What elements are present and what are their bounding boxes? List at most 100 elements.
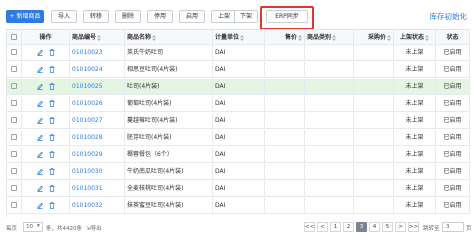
row-checkbox[interactable]	[7, 79, 22, 94]
page-4-button[interactable]: 4	[369, 222, 380, 232]
product-code-link[interactable]: 01010026	[70, 96, 125, 111]
sort-icon[interactable]	[298, 34, 302, 41]
last-page-button[interactable]: >>	[408, 222, 419, 232]
sort-icon[interactable]	[240, 34, 245, 41]
product-code-link[interactable]: 01010028	[70, 130, 125, 145]
product-code-link[interactable]: 01010031	[70, 181, 125, 196]
table-row[interactable]: 01010025 吐司(4片装) DAI 未上架 已启用	[7, 79, 470, 95]
product-code-link[interactable]: 01010027	[70, 113, 125, 128]
delete-icon[interactable]	[49, 49, 55, 56]
table-row[interactable]: 01010030 牛奶南瓜吐司(4片装) DAI 未上架 已启用	[7, 164, 470, 180]
table-row[interactable]: 01010023 英氏牛奶吐司 DAI 未上架 已启用	[7, 45, 470, 61]
product-code-link[interactable]: 01010025	[70, 79, 125, 94]
edit-icon[interactable]	[37, 66, 43, 73]
page-1-button[interactable]: 1	[330, 222, 341, 232]
edit-icon[interactable]	[37, 185, 43, 192]
table-row[interactable]: 01010026 葡萄吐司(4片装) DAI 未上架 已启用	[7, 96, 470, 112]
header-shelf-state[interactable]: 上架状态	[394, 30, 436, 44]
take-off-shelf-button[interactable]: 下架	[234, 10, 258, 23]
row-checkbox[interactable]	[7, 113, 22, 128]
transfer-button[interactable]: 转移	[83, 10, 109, 23]
edit-icon[interactable]	[37, 134, 43, 141]
header-purchase-price[interactable]: 采购价	[354, 30, 394, 44]
export-link[interactable]: ⇲导出	[86, 224, 102, 232]
delete-icon[interactable]	[49, 117, 55, 124]
shelf-state: 未上架	[394, 181, 436, 196]
row-checkbox[interactable]	[7, 164, 22, 179]
header-category-label: 商品类别	[307, 34, 332, 41]
edit-icon[interactable]	[37, 83, 43, 90]
delete-icon[interactable]	[49, 83, 55, 90]
edit-icon[interactable]	[37, 49, 43, 56]
erp-sync-button[interactable]: ERP同步	[266, 10, 308, 23]
table-row[interactable]: 01010031 全麦核桃吐司(4片装) DAI 未上架 已启用	[7, 181, 470, 197]
toolbar: + 新增商品 导入 转移 删除 停用 启用 上架 下架 ERP同步 库存初始化	[6, 6, 469, 30]
row-checkbox[interactable]	[7, 96, 22, 111]
jump-page-input[interactable]: 3	[442, 222, 464, 232]
edit-icon[interactable]	[37, 202, 43, 209]
disable-button[interactable]: 停用	[147, 10, 173, 23]
product-status: 已启用	[436, 181, 470, 196]
per-page-label: 每页	[6, 226, 18, 232]
delete-icon[interactable]	[49, 134, 55, 141]
edit-icon[interactable]	[37, 151, 43, 158]
page-size-select[interactable]: 10 ▾	[23, 222, 43, 232]
sort-icon[interactable]	[387, 34, 391, 41]
page-5-button[interactable]: 5	[382, 222, 393, 232]
import-button[interactable]: 导入	[51, 10, 77, 23]
product-price	[265, 198, 305, 213]
add-product-button[interactable]: + 新增商品	[6, 10, 44, 23]
row-checkbox[interactable]	[7, 198, 22, 213]
enable-button[interactable]: 启用	[179, 10, 205, 23]
product-name: 胚芽吐司(4片装)	[125, 130, 213, 145]
sort-icon[interactable]	[152, 34, 157, 41]
product-status: 已启用	[436, 113, 470, 128]
page-3-button[interactable]: 3	[356, 222, 367, 232]
sort-icon[interactable]	[425, 34, 429, 41]
product-code-link[interactable]: 01010032	[70, 198, 125, 213]
header-price[interactable]: 售价	[265, 30, 305, 44]
product-code-link[interactable]: 01010030	[70, 164, 125, 179]
table-row[interactable]: 01010028 胚芽吐司(4片装) DAI 未上架 已启用	[7, 130, 470, 146]
product-category	[305, 45, 354, 60]
product-purchase-price	[354, 198, 394, 213]
edit-icon[interactable]	[37, 100, 43, 107]
row-checkbox[interactable]	[7, 130, 22, 145]
first-page-button[interactable]: <<	[304, 222, 315, 232]
select-all-checkbox[interactable]	[7, 30, 22, 44]
sort-icon[interactable]	[97, 34, 102, 41]
page-2-button[interactable]: 2	[343, 222, 354, 232]
product-name: 葡萄吐司(4片装)	[125, 96, 213, 111]
next-page-button[interactable]: >	[395, 222, 406, 232]
header-unit[interactable]: 计量单位	[213, 30, 265, 44]
header-code[interactable]: 商品编号	[70, 30, 125, 44]
product-code-link[interactable]: 01010024	[70, 62, 125, 77]
delete-button[interactable]: 删除	[115, 10, 141, 23]
shelf-state: 未上架	[394, 130, 436, 145]
header-name[interactable]: 商品名称	[125, 30, 213, 44]
sort-icon[interactable]	[332, 34, 337, 41]
prev-page-button[interactable]: <	[317, 222, 328, 232]
delete-icon[interactable]	[49, 100, 55, 107]
row-checkbox[interactable]	[7, 147, 22, 162]
inventory-init-link[interactable]: 库存初始化	[430, 11, 468, 22]
row-checkbox[interactable]	[7, 181, 22, 196]
table-row[interactable]: 01010029 椰蓉餐包（6个） DAI 未上架 已启用	[7, 147, 470, 163]
table-row[interactable]: 01010024 相思豆吐司(4片装) DAI 未上架 已启用	[7, 62, 470, 78]
delete-icon[interactable]	[49, 185, 55, 192]
edit-icon[interactable]	[37, 168, 43, 175]
row-checkbox[interactable]	[7, 45, 22, 60]
table-header: 操作 商品编号 商品名称 计量单位 售价 商品类别 采购价 上架状态 状态	[7, 30, 470, 45]
header-category[interactable]: 商品类别	[305, 30, 354, 44]
delete-icon[interactable]	[49, 66, 55, 73]
delete-icon[interactable]	[49, 168, 55, 175]
product-code-link[interactable]: 01010029	[70, 147, 125, 162]
table-row[interactable]: 01010032 抹茶蜜豆吐司(4片装) DAI 未上架 已启用	[7, 198, 470, 214]
row-checkbox[interactable]	[7, 62, 22, 77]
product-status: 已启用	[436, 79, 470, 94]
product-code-link[interactable]: 01010023	[70, 45, 125, 60]
table-row[interactable]: 01010027 蔓越莓吐司(4片装) DAI 未上架 已启用	[7, 113, 470, 129]
edit-icon[interactable]	[37, 117, 43, 124]
delete-icon[interactable]	[49, 202, 55, 209]
delete-icon[interactable]	[49, 151, 55, 158]
